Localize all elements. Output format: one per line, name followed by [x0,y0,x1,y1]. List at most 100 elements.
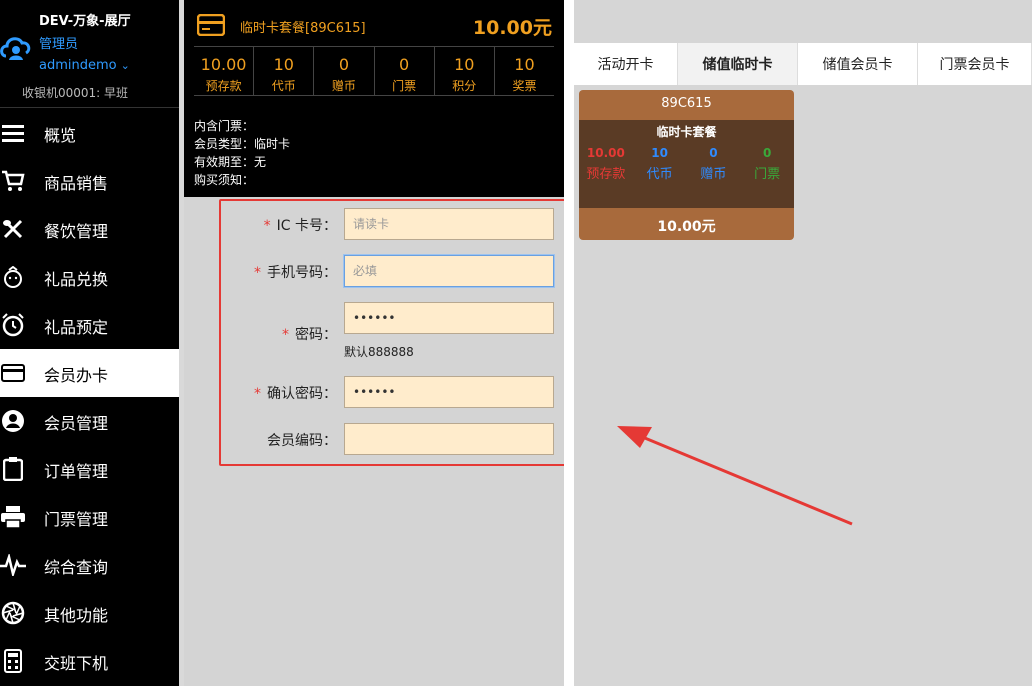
sidebar-item-sales[interactable]: 商品销售 [0,157,179,205]
sidebar-item-label[interactable]: 综合查询 [44,554,108,578]
sidebar-item-other[interactable]: 其他功能 [0,589,179,637]
card-type-tabs: 活动开卡 储值临时卡 储值会员卡 门票会员卡 [574,43,1032,85]
stat-label: 代币 [271,79,296,93]
package-name: 临时卡套餐 [656,125,717,139]
sidebar-item-member-manage[interactable]: 会员管理 [0,397,179,445]
sidebar-item-query[interactable]: 综合查询 [0,541,179,589]
confirm-password-input[interactable] [344,376,554,408]
phone-input[interactable] [344,255,554,287]
package-price: 10.00元 [657,219,716,235]
sidebar-item-gift-exchange[interactable]: 礼品兑换 [0,253,179,301]
package-card[interactable]: 89C615 临时卡套餐 10.00 预存款 10 代币 0 赠币 0 门票 10.00… [579,90,794,240]
sidebar-item-overview[interactable]: 概览 [0,109,179,157]
user-menu[interactable]: admindemo ⌄ [39,58,130,73]
aperture-icon [0,601,26,625]
stat-value: 10 [514,55,535,74]
ic-card-row: * IC 卡号： [221,208,593,240]
card-stats: 10.00 预存款 10 代币 0 赠币 0 门票 10 积分 10 奖票 [194,46,554,96]
sidebar-item-label[interactable]: 交班下机 [44,650,108,674]
stat-points: 10 积分 [435,47,495,95]
credit-card-icon [197,14,225,36]
sidebar-item-label[interactable]: 门票管理 [44,506,108,530]
sidebar-item-label[interactable]: 会员办卡 [44,362,108,386]
sidebar-item-catering[interactable]: 餐饮管理 [0,205,179,253]
pane-divider [564,0,574,686]
card-package-title: 临时卡套餐[89C615] [240,21,366,36]
stat-tokens: 10 代币 [254,47,315,95]
confirm-password-label: 确认密码： [267,386,337,402]
printer-icon [0,505,26,529]
sidebar-item-label[interactable]: 会员管理 [44,410,108,434]
stat-label: 预存款 [205,79,242,93]
stat-reward-tickets: 10 奖票 [495,47,554,95]
stat-tickets: 0 门票 [375,47,435,95]
calculator-icon [0,649,26,673]
password-input[interactable] [344,302,554,334]
package-stat-label: 赠币 [700,167,727,182]
ic-card-input[interactable] [344,208,554,240]
required-mark: * [254,386,261,402]
stat-value: 10 [454,55,475,74]
sidebar-item-tickets[interactable]: 门票管理 [0,493,179,541]
sidebar-item-label[interactable]: 订单管理 [44,458,108,482]
member-number-row: 会员编码： [221,423,593,455]
password-row: * 密码： [221,302,593,343]
card-info: 内含门票： 会员类型：临时卡 有效期至：无 购买须知： [194,117,290,189]
info-member-type: 会员类型：临时卡 [194,137,291,151]
sidebar-item-label[interactable]: 礼品兑换 [44,266,108,290]
info-purchase-notes: 购买须知： [194,173,255,187]
required-mark: * [254,265,261,281]
sidebar-item-gift-reserve[interactable]: 礼品预定 [0,301,179,349]
package-stat-tickets: 0 门票 [740,146,794,182]
sidebar-nav: 概览 商品销售 餐饮管理 礼品兑换 礼品预定 会员办卡 会员管理 订单管理 门票… [0,109,179,685]
package-code: 89C615 [661,96,712,111]
stat-label: 奖票 [512,79,537,93]
store-name: DEV-万象-展厅 [39,14,131,29]
tab-ticket-member-card[interactable]: 门票会员卡 [918,43,1032,85]
ic-card-label: IC 卡号： [276,218,337,234]
package-stat-label: 门票 [754,167,781,182]
phone-row: * 手机号码： [221,255,593,287]
chevron-down-icon[interactable]: ⌄ [121,59,130,72]
required-mark: * [263,218,271,234]
cloud-user-icon [0,37,31,60]
cashier-shift: 收银机00001: 早班 [22,86,129,100]
stat-value: 10.00 [200,55,247,74]
sidebar-item-member-card[interactable]: 会员办卡 [0,349,179,397]
package-stat-tokens: 10 代币 [633,146,687,182]
sidebar-item-label[interactable]: 其他功能 [44,602,108,626]
sidebar-item-label[interactable]: 餐饮管理 [44,218,108,242]
sidebar-item-orders[interactable]: 订单管理 [0,445,179,493]
sidebar-item-label[interactable]: 礼品预定 [44,314,108,338]
stat-value: 0 [399,55,410,74]
package-stat-label: 代币 [646,167,673,182]
user-icon [0,409,26,433]
package-stat-value: 10.00 [586,146,625,160]
card-package-price: 10.00元 [472,17,552,39]
sidebar-item-label[interactable]: 概览 [44,122,76,146]
stat-label: 赠币 [331,79,356,93]
brand-header: DEV-万象-展厅 管理员 admindemo ⌄ 收银机00001: 早班 [0,0,179,108]
tab-stored-temp-card[interactable]: 储值临时卡 [678,43,798,85]
sidebar-item-shift-end[interactable]: 交班下机 [0,637,179,685]
username[interactable]: admindemo [39,58,117,73]
tab-stored-member-card[interactable]: 储值会员卡 [798,43,918,85]
package-stat-value: 0 [709,146,718,160]
stat-value: 10 [273,55,294,74]
member-form-highlight: * IC 卡号： * 手机号码： * 密码： 默认888888 * 确认密码： 会员编码… [219,199,591,466]
user-role: 管理员 [39,37,79,52]
stat-value: 0 [338,55,350,74]
sidebar-item-label[interactable]: 商品销售 [44,170,108,194]
stat-label: 积分 [452,79,477,93]
stat-bonus-coins: 0 赠币 [314,47,375,95]
info-included-tickets: 内含门票： [194,119,255,133]
package-stat-value: 0 [762,146,772,160]
package-stat-label: 预存款 [586,167,626,182]
package-stat-deposit: 10.00 预存款 [579,146,633,182]
pulse-icon [0,553,26,577]
package-stats: 10.00 预存款 10 代币 0 赠币 0 门票 [579,146,794,182]
tab-activity-card[interactable]: 活动开卡 [574,43,678,85]
member-number-input[interactable] [344,423,554,455]
required-mark: * [282,327,289,343]
password-label: 密码： [295,327,337,343]
